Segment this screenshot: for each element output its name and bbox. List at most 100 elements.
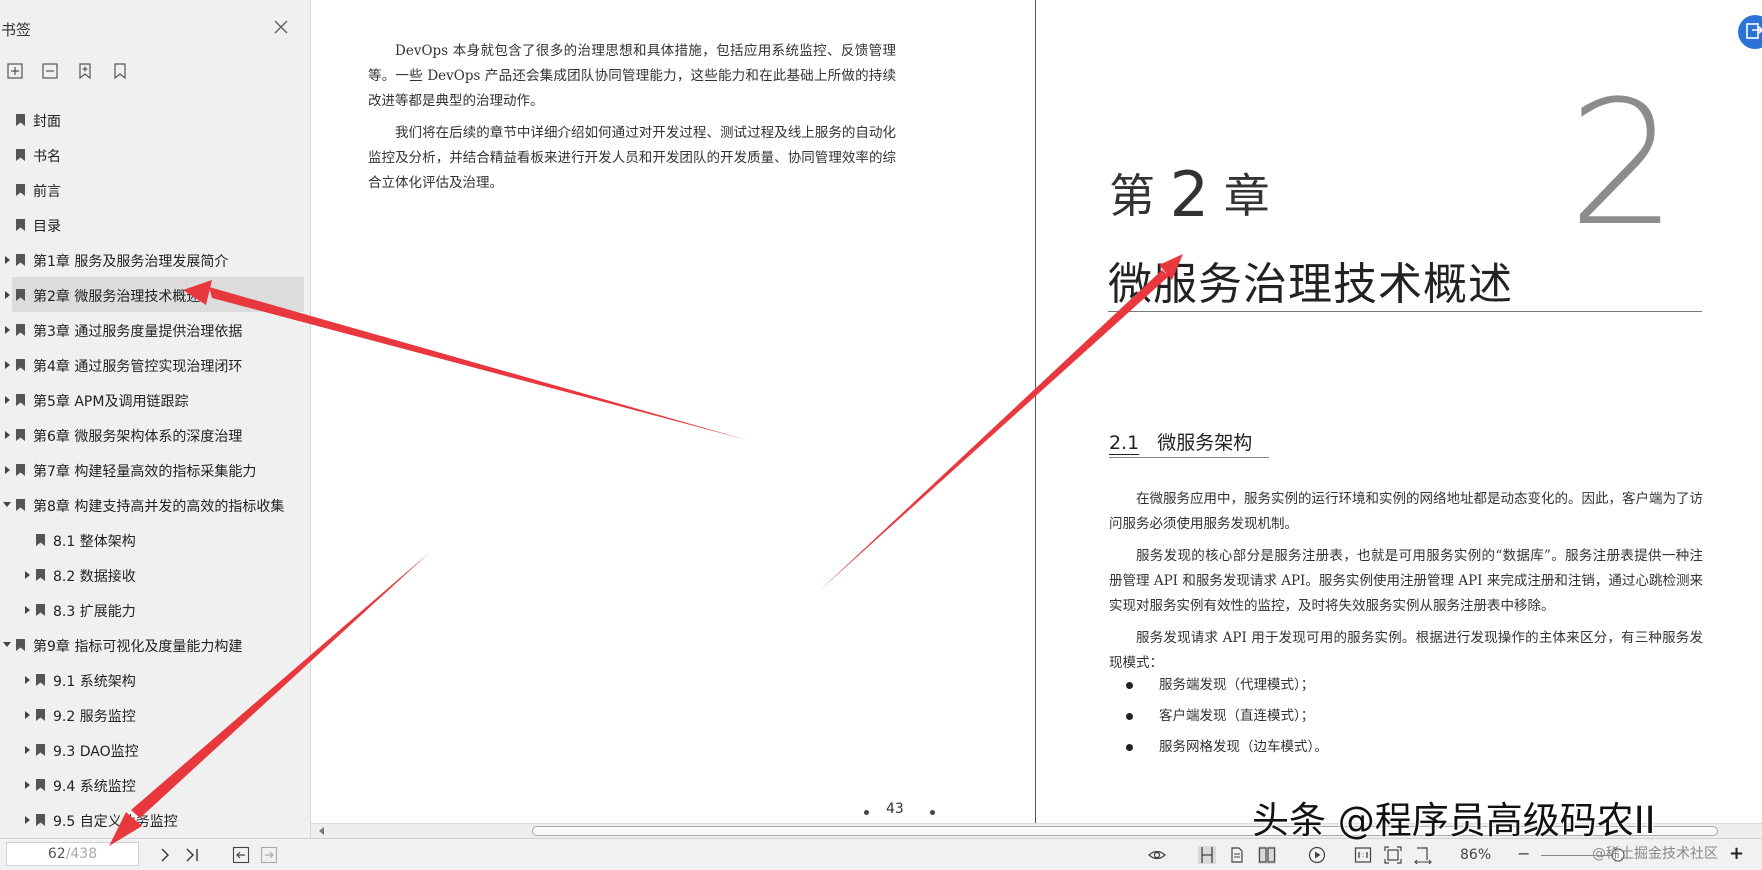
expanded-triangle-icon[interactable]: [3, 642, 11, 647]
bookmark-label: 第3章 通过服务度量提供治理依据: [33, 324, 243, 340]
chapter-rule: [1108, 311, 1702, 312]
bookmark-label: 前言: [33, 184, 61, 200]
bookmark-item[interactable]: 8.1 整体架构: [0, 522, 310, 557]
current-page: 62: [47, 846, 66, 862]
bookmark-icon[interactable]: [111, 62, 129, 80]
bookmark-item[interactable]: 8.3 扩展能力: [0, 592, 310, 627]
collapsed-triangle-icon[interactable]: [25, 816, 30, 824]
right-paragraph: 服务发现的核心部分是服务注册表，也就是可用服务实例的“数据库”。服务注册表提供一…: [1109, 548, 1703, 614]
last-page-icon[interactable]: [183, 846, 201, 864]
scroll-left-arrow-icon[interactable]: [319, 827, 324, 835]
bookmark-list: 封面书名前言目录第1章 服务及服务治理发展简介 第2章 微服务治理技术概述第3章 …: [0, 102, 310, 837]
bookmark-item[interactable]: 第9章 指标可视化及度量能力构建: [0, 627, 310, 662]
collapsed-triangle-icon[interactable]: [5, 256, 10, 264]
bookmark-item[interactable]: 前言: [0, 172, 310, 207]
expand-all-icon[interactable]: [6, 62, 24, 80]
two-page-icon[interactable]: [1258, 846, 1276, 864]
bookmark-label: 9.5 自定义业务监控: [53, 814, 178, 830]
document-view[interactable]: DevOps 本身就包含了很多的治理思想和具体措施，包括应用系统监控、反馈管理等…: [311, 0, 1762, 823]
bookmark-item[interactable]: 9.3 DAO监控: [0, 732, 310, 767]
collapsed-triangle-icon[interactable]: [5, 431, 10, 439]
bookmark-item[interactable]: 9.5 自定义业务监控: [0, 802, 310, 837]
bookmark-label: 9.1 系统架构: [53, 674, 136, 690]
play-icon[interactable]: [1308, 846, 1326, 864]
bookmark-item[interactable]: 9.1 系统架构: [0, 662, 310, 697]
bookmark-label: 书名: [33, 149, 61, 165]
sidebar-title: 书签: [1, 21, 32, 39]
back-icon[interactable]: [232, 846, 250, 864]
bookmark-item[interactable]: 9.4 系统监控: [0, 767, 310, 802]
bookmark-flag-icon: [16, 184, 25, 196]
sidebar-toolbar: [6, 62, 129, 80]
bookmark-item[interactable]: 9.2 服务监控: [0, 697, 310, 732]
collapse-all-icon[interactable]: [41, 62, 59, 80]
bookmark-flag-icon: [16, 429, 25, 441]
right-page-text: 在微服务应用中，服务实例的运行环境和实例的网络地址都是动态变化的。因此，客户端为…: [1109, 487, 1703, 683]
bookmark-label: 封面: [33, 114, 61, 130]
page-number-dot: [930, 810, 935, 815]
floating-action-button[interactable]: [1738, 15, 1762, 49]
left-paragraph: 我们将在后续的章节中详细介绍如何通过对开发过程、测试过程及线上服务的自动化监控及…: [368, 125, 896, 191]
expanded-triangle-icon[interactable]: [3, 502, 11, 507]
continuous-page-icon[interactable]: [1198, 846, 1216, 864]
single-page-icon[interactable]: [1228, 846, 1246, 864]
bookmark-item[interactable]: 第5章 APM及调用链跟踪: [0, 382, 310, 417]
chapter-label: 第 2 章: [1109, 158, 1270, 231]
collapsed-triangle-icon[interactable]: [25, 676, 30, 684]
bookmark-item[interactable]: 第4章 通过服务管控实现治理闭环: [0, 347, 310, 382]
collapsed-triangle-icon[interactable]: [5, 291, 10, 299]
fit-page-icon[interactable]: [1384, 846, 1402, 864]
bookmark-item[interactable]: 第8章 构建支持高并发的高效的指标收集: [0, 487, 310, 522]
actual-size-icon[interactable]: [1354, 846, 1372, 864]
section-number: 2.1: [1109, 432, 1140, 454]
zoom-level[interactable]: 86%: [1460, 847, 1491, 863]
collapsed-triangle-icon[interactable]: [25, 711, 30, 719]
add-bookmark-icon[interactable]: [76, 62, 94, 80]
bookmark-label: 第7章 构建轻量高效的指标采集能力: [33, 464, 257, 480]
close-icon[interactable]: [272, 18, 290, 36]
bookmark-item[interactable]: 8.2 数据接收: [0, 557, 310, 592]
left-paragraph: DevOps 本身就包含了很多的治理思想和具体措施，包括应用系统监控、反馈管理等…: [368, 43, 896, 109]
page-divider: [1035, 0, 1036, 823]
collapsed-triangle-icon[interactable]: [25, 746, 30, 754]
collapsed-triangle-icon[interactable]: [25, 606, 30, 614]
bookmark-label: 第6章 微服务架构体系的深度治理: [33, 429, 243, 445]
bookmark-label: 9.3 DAO监控: [53, 744, 139, 760]
bookmark-item[interactable]: 第3章 通过服务度量提供治理依据: [0, 312, 310, 347]
fit-width-icon[interactable]: [1414, 846, 1432, 864]
bookmark-item[interactable]: 书名: [0, 137, 310, 172]
collapsed-triangle-icon[interactable]: [5, 466, 10, 474]
page-number-input[interactable]: 62/438: [6, 842, 139, 866]
collapsed-triangle-icon[interactable]: [5, 326, 10, 334]
bookmark-item[interactable]: 目录: [0, 207, 310, 242]
bookmark-flag-icon: [16, 394, 25, 406]
bookmark-label: 目录: [33, 219, 61, 235]
bookmark-item[interactable]: 第1章 服务及服务治理发展简介: [0, 242, 310, 277]
bookmark-flag-icon: [36, 534, 45, 546]
collapsed-triangle-icon[interactable]: [25, 571, 30, 579]
bookmark-item[interactable]: 第6章 微服务架构体系的深度治理: [0, 417, 310, 452]
bookmark-flag-icon: [36, 604, 45, 616]
bookmark-item[interactable]: 第2章 微服务治理技术概述: [0, 277, 310, 312]
section-heading: 2.1 微服务架构: [1109, 428, 1252, 455]
bookmark-flag-icon: [36, 779, 45, 791]
collapsed-triangle-icon[interactable]: [5, 396, 10, 404]
forward-icon[interactable]: [260, 846, 278, 864]
bookmark-flag-icon: [36, 674, 45, 686]
bookmark-flag-icon: [16, 149, 25, 161]
bookmark-flag-icon: [16, 219, 25, 231]
next-page-icon[interactable]: [156, 846, 174, 864]
bookmark-item[interactable]: 第7章 构建轻量高效的指标采集能力: [0, 452, 310, 487]
bookmark-item[interactable]: 封面: [0, 102, 310, 137]
bookmark-flag-icon: [16, 499, 25, 511]
left-page-text: DevOps 本身就包含了很多的治理思想和具体措施，包括应用系统监控、反馈管理等…: [368, 39, 896, 203]
bookmark-label: 第8章 构建支持高并发的高效的指标收集: [33, 499, 285, 515]
zoom-in-button[interactable]: +: [1729, 843, 1744, 864]
eye-icon[interactable]: [1148, 846, 1166, 864]
collapsed-triangle-icon[interactable]: [5, 361, 10, 369]
bookmark-label: 8.2 数据接收: [53, 569, 136, 585]
collapsed-triangle-icon[interactable]: [25, 781, 30, 789]
zoom-out-button[interactable]: −: [1517, 844, 1530, 863]
bookmark-flag-icon: [16, 359, 25, 371]
bookmark-flag-icon: [16, 324, 25, 336]
